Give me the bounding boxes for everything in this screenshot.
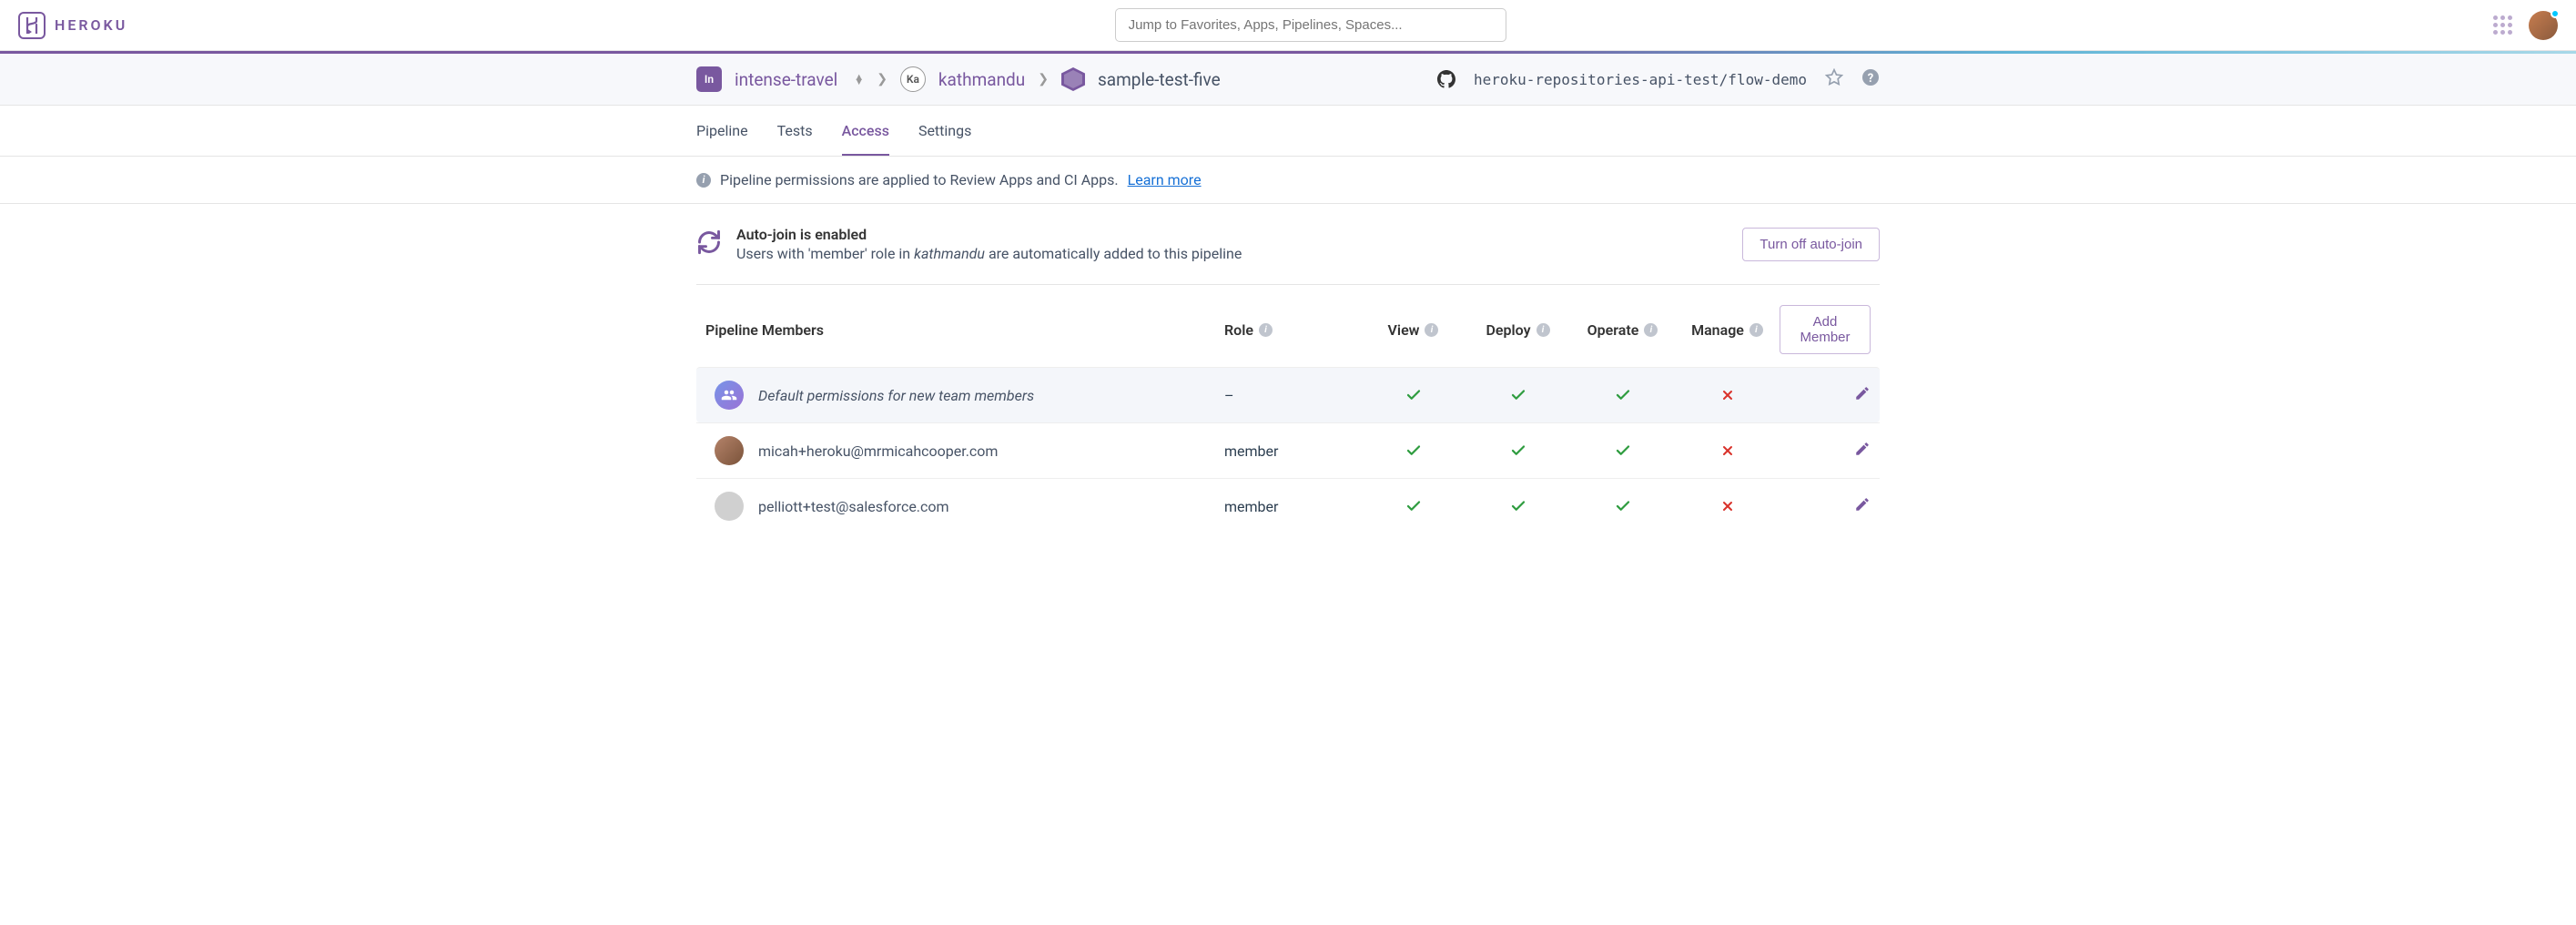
tabs: Pipeline Tests Access Settings	[696, 106, 1880, 156]
edit-icon[interactable]	[1854, 385, 1871, 405]
info-hint-icon[interactable]: i	[1259, 323, 1273, 337]
perm-view	[1361, 387, 1465, 403]
breadcrumb-team[interactable]: intense-travel	[735, 69, 837, 90]
member-name: Default permissions for new team members	[758, 387, 1034, 404]
info-icon: i	[696, 173, 711, 188]
tab-settings[interactable]: Settings	[918, 122, 971, 156]
svg-text:?: ?	[1868, 72, 1873, 86]
notification-dot	[2551, 9, 2560, 18]
search-input[interactable]	[1115, 8, 1506, 42]
perm-view	[1361, 498, 1465, 514]
brand-text: HEROKU	[55, 16, 127, 34]
info-bar: i Pipeline permissions are applied to Re…	[0, 157, 2576, 204]
info-hint-icon[interactable]: i	[1644, 323, 1658, 337]
info-hint-icon[interactable]: i	[1749, 323, 1763, 337]
perm-operate	[1570, 387, 1675, 403]
perm-manage	[1675, 443, 1780, 458]
chevron-right-icon: ❯	[877, 72, 887, 86]
breadcrumb-app: sample-test-five	[1098, 69, 1221, 90]
member-avatar	[715, 436, 744, 465]
info-hint-icon[interactable]: i	[1536, 323, 1550, 337]
info-text: Pipeline permissions are applied to Revi…	[720, 171, 1119, 188]
members-table-header: Pipeline Members Rolei Viewi Deployi Ope…	[696, 285, 1880, 367]
member-role: member	[1224, 442, 1361, 460]
col-header-view: Viewi	[1361, 321, 1465, 339]
user-avatar[interactable]	[2529, 11, 2558, 40]
tab-pipeline[interactable]: Pipeline	[696, 122, 748, 156]
github-repo-link[interactable]: heroku-repositories-api-test/flow-demo	[1474, 71, 1807, 88]
heroku-logo-icon	[18, 12, 46, 39]
autojoin-title: Auto-join is enabled	[736, 226, 1242, 243]
turn-off-autojoin-button[interactable]: Turn off auto-join	[1742, 228, 1880, 261]
col-header-member: Pipeline Members	[696, 321, 1224, 339]
col-header-operate: Operatei	[1570, 321, 1675, 339]
breadcrumb-right: heroku-repositories-api-test/flow-demo ?	[1437, 68, 1880, 90]
tab-access[interactable]: Access	[842, 122, 889, 156]
member-name: micah+heroku@mrmicahcooper.com	[758, 442, 998, 460]
perm-deploy	[1465, 498, 1570, 514]
autojoin-section: Auto-join is enabled Users with 'member'…	[696, 226, 1880, 285]
add-member-button[interactable]: Add Member	[1780, 305, 1871, 354]
table-row: Default permissions for new team members…	[696, 367, 1880, 422]
perm-operate	[1570, 442, 1675, 459]
edit-icon[interactable]	[1854, 441, 1871, 461]
autojoin-subtitle: Users with 'member' role in kathmandu ar…	[736, 245, 1242, 262]
chevron-right-icon: ❯	[1038, 72, 1049, 86]
autojoin-sub-space: kathmandu	[914, 245, 985, 262]
table-row: micah+heroku@mrmicahcooper.com member	[696, 422, 1880, 478]
member-role: member	[1224, 498, 1361, 515]
team-switcher-icon[interactable]: ▲▼	[854, 75, 864, 85]
info-hint-icon[interactable]: i	[1425, 323, 1438, 337]
app-hex-icon	[1061, 67, 1085, 91]
edit-icon[interactable]	[1854, 496, 1871, 516]
member-name: pelliott+test@salesforce.com	[758, 498, 949, 515]
col-header-role: Rolei	[1224, 321, 1361, 339]
member-avatar	[715, 492, 744, 521]
col-header-deploy: Deployi	[1465, 321, 1570, 339]
perm-manage	[1675, 388, 1780, 402]
members-table-body: Default permissions for new team members…	[696, 367, 1880, 534]
search-wrap	[127, 8, 2493, 42]
perm-manage	[1675, 499, 1780, 513]
perm-deploy	[1465, 387, 1570, 403]
perm-deploy	[1465, 442, 1570, 459]
table-row: pelliott+test@salesforce.com member	[696, 478, 1880, 534]
perm-view	[1361, 442, 1465, 459]
breadcrumb-bar: In intense-travel ▲▼ ❯ Ka kathmandu ❯ sa…	[0, 54, 2576, 106]
github-icon	[1437, 70, 1455, 88]
tab-tests[interactable]: Tests	[777, 122, 813, 156]
autojoin-sub-prefix: Users with 'member' role in	[736, 245, 914, 262]
heroku-logo[interactable]: HEROKU	[18, 12, 127, 39]
group-icon	[715, 381, 744, 410]
star-icon[interactable]	[1825, 68, 1843, 90]
breadcrumb-space[interactable]: kathmandu	[938, 69, 1025, 90]
member-role: –	[1224, 387, 1361, 404]
space-badge-icon: Ka	[900, 66, 926, 92]
apps-grid-icon[interactable]	[2493, 15, 2512, 35]
tabs-bar: Pipeline Tests Access Settings	[0, 106, 2576, 157]
learn-more-link[interactable]: Learn more	[1128, 171, 1202, 188]
header-right	[2493, 11, 2558, 40]
team-badge-icon: In	[696, 66, 722, 92]
perm-operate	[1570, 498, 1675, 514]
autojoin-sub-suffix: are automatically added to this pipeline	[985, 245, 1242, 262]
sync-icon	[696, 229, 722, 260]
col-header-manage: Managei	[1675, 321, 1780, 339]
help-icon[interactable]: ?	[1861, 68, 1880, 90]
top-header: HEROKU	[0, 0, 2576, 51]
breadcrumb: In intense-travel ▲▼ ❯ Ka kathmandu ❯ sa…	[696, 66, 1221, 92]
